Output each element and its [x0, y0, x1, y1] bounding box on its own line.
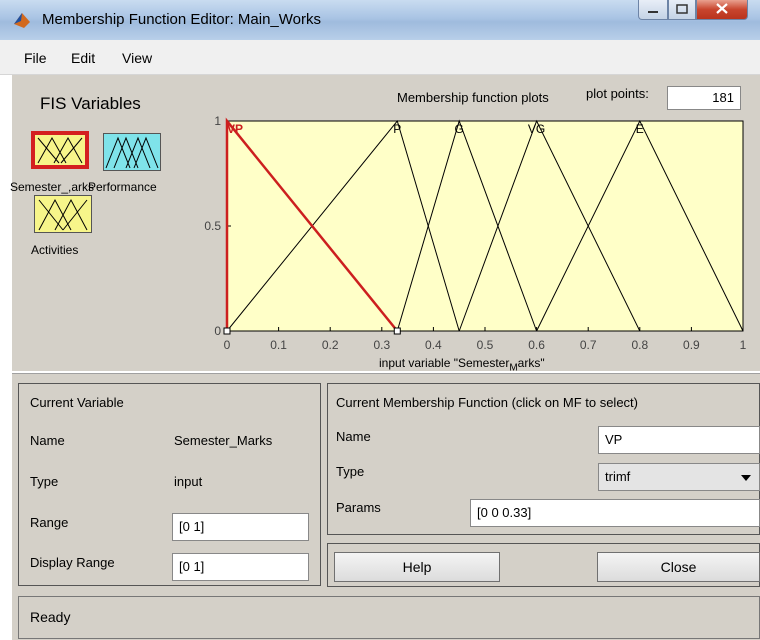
mf-type-select[interactable]: trimf	[598, 463, 760, 491]
x-tick-label: 0.5	[477, 338, 494, 352]
mf-vertex-handle[interactable]	[223, 327, 231, 335]
x-tick-label: 0.6	[528, 338, 545, 352]
menu-edit[interactable]: Edit	[71, 50, 95, 66]
maximize-icon	[676, 4, 688, 14]
variable-name-value: Semester_Marks	[174, 433, 273, 448]
mf-label-p[interactable]: P	[393, 122, 401, 136]
plot-area[interactable]	[226, 120, 744, 332]
x-axis-label-sub: M	[509, 362, 518, 374]
variable-box-performance[interactable]	[103, 133, 161, 171]
menu-file[interactable]: File	[24, 50, 47, 66]
close-window-button[interactable]	[696, 0, 748, 20]
close-button[interactable]: Close	[597, 552, 760, 582]
x-tick-label: 0.7	[580, 338, 597, 352]
minimize-button[interactable]	[638, 0, 668, 20]
variable-box-activities[interactable]	[34, 195, 92, 233]
x-tick-label: 0.1	[270, 338, 287, 352]
mf-label-e[interactable]: E	[636, 122, 644, 136]
mf-plot[interactable]: 0 0.5 1 0 0.1 0.2 0.3 0.4 0.5 0.6 0.7 0.8 0.9 1 P G VG…	[190, 112, 760, 374]
x-axis-label-text: input variable "Semester	[379, 356, 510, 370]
y-tick-label: 1	[214, 114, 221, 128]
display-range-label: Display Range	[30, 555, 115, 570]
menu-bar	[0, 40, 760, 75]
minimize-icon	[648, 11, 658, 13]
x-tick-label: 1	[740, 338, 747, 352]
x-tick-label: 0.4	[425, 338, 442, 352]
mf-name-input[interactable]: VP	[598, 426, 760, 454]
x-tick-label: 0.8	[631, 338, 648, 352]
chevron-down-icon	[741, 475, 751, 481]
mf-label-vp[interactable]: VP	[227, 122, 243, 136]
variable-label-activities: Activities	[31, 243, 79, 257]
mf-name-label: Name	[336, 429, 371, 444]
variable-label-performance: Performance	[88, 180, 157, 194]
mf-label-g[interactable]: G	[455, 122, 464, 136]
mf-type-value: trimf	[605, 469, 631, 484]
y-tick-label: 0	[214, 324, 221, 338]
current-mf-heading: Current Membership Function (click on MF…	[336, 395, 638, 410]
mf-triangles-icon	[37, 136, 83, 164]
fis-variables-title: FIS Variables	[40, 94, 141, 113]
x-tick-label: 0.3	[373, 338, 390, 352]
maximize-button[interactable]	[668, 0, 696, 20]
y-tick-label: 0.5	[204, 219, 221, 233]
mf-triangles-icon	[38, 198, 88, 231]
x-axis-label: input variable "SemesterMarks"	[379, 356, 545, 373]
display-range-input[interactable]: [0 1]	[172, 553, 309, 581]
variable-name-label: Name	[30, 433, 65, 448]
status-bar: Ready	[18, 596, 760, 639]
x-tick-label: 0	[224, 338, 231, 352]
close-icon	[716, 3, 728, 14]
mf-plots-title: Membership function plots	[397, 90, 549, 105]
range-input[interactable]: [0 1]	[172, 513, 309, 541]
variable-label-semester-marks: Semester_,arks	[10, 180, 95, 194]
mf-type-label: Type	[336, 464, 365, 479]
x-tick-label: 0.2	[322, 338, 339, 352]
x-tick-label: 0.9	[683, 338, 700, 352]
current-variable-heading: Current Variable	[30, 395, 124, 410]
x-axis-label-tail: arks"	[517, 356, 545, 370]
menu-view[interactable]: View	[122, 50, 152, 66]
variable-type-label: Type	[30, 474, 59, 489]
plot-points-label: plot points:	[586, 86, 649, 101]
variable-box-semester-marks[interactable]	[31, 131, 89, 169]
matlab-icon	[14, 13, 30, 28]
mf-triangles-icon	[105, 136, 159, 169]
mf-label-vg[interactable]: VG	[528, 122, 545, 136]
mf-vertex-handle[interactable]	[393, 327, 401, 335]
mf-params-input[interactable]: [0 0 0.33]	[470, 499, 760, 527]
variable-type-value: input	[174, 474, 203, 489]
help-button[interactable]: Help	[334, 552, 500, 582]
status-text: Ready	[30, 609, 71, 625]
mf-params-label: Params	[336, 500, 381, 515]
window-title: Membership Function Editor: Main_Works	[42, 11, 321, 28]
range-label: Range	[30, 515, 69, 530]
plot-points-input[interactable]: 181	[667, 86, 741, 110]
